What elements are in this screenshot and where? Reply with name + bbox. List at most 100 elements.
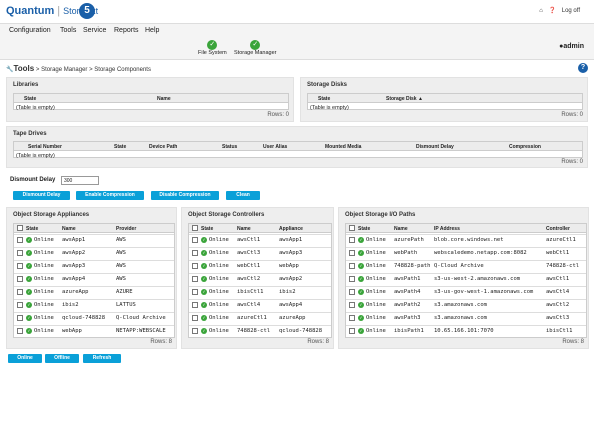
dismount-delay-input[interactable]: 300	[61, 176, 99, 185]
menu-service[interactable]: Service	[83, 27, 106, 34]
row-checkbox[interactable]	[349, 237, 355, 243]
col-state[interactable]: State	[201, 226, 213, 232]
row-checkbox[interactable]	[349, 276, 355, 282]
col-user-alias[interactable]: User Alias	[263, 144, 287, 150]
table-row[interactable]: ✓ Online awsApp2 AWS	[14, 247, 174, 258]
row-checkbox[interactable]	[17, 250, 23, 256]
col-name[interactable]: Name	[157, 96, 171, 102]
table-row[interactable]: ✓ Online ibisPath1 10.65.166.101:7070 ibisCt…	[346, 325, 586, 336]
dismount-delay-button[interactable]: Dismount Delay	[13, 191, 70, 200]
cell-name: awsCtl1	[237, 237, 261, 243]
row-checkbox[interactable]	[349, 315, 355, 321]
table-row[interactable]: ✓ Online 748828-path Q-Cloud Archive 748828-…	[346, 260, 586, 271]
row-checkbox[interactable]	[17, 302, 23, 308]
col-controller[interactable]: Controller	[546, 226, 570, 232]
table-row[interactable]: ✓ Online awsCtl3 awsApp3	[189, 247, 331, 258]
menu-help[interactable]: Help	[145, 27, 159, 34]
help-icon[interactable]: ❓	[549, 8, 556, 14]
disable-compression-button[interactable]: Disable Compression	[151, 191, 219, 200]
menu-tools[interactable]: Tools	[60, 27, 76, 34]
online-status-icon: ✓	[358, 289, 364, 295]
row-checkbox[interactable]	[17, 263, 23, 269]
row-checkbox[interactable]	[349, 263, 355, 269]
sm-status[interactable]: ✓ Storage Manager	[234, 40, 277, 56]
col-compression[interactable]: Compression	[509, 144, 541, 150]
table-row[interactable]: ✓ Online awsCtl1 awsApp1	[189, 234, 331, 245]
refresh-button[interactable]: Refresh	[83, 354, 121, 363]
table-row[interactable]: ✓ Online awsApp1 AWS	[14, 234, 174, 245]
help-icon[interactable]: ?	[578, 63, 588, 73]
table-row[interactable]: ✓ Online webCtl1 webApp	[189, 260, 331, 271]
fs-status[interactable]: ✓ File System	[198, 40, 227, 56]
table-row[interactable]: ✓ Online qcloud-748828 Q-Cloud Archive	[14, 312, 174, 323]
row-checkbox[interactable]	[17, 289, 23, 295]
menu-configuration[interactable]: Configuration	[9, 27, 51, 34]
tape-drives-panel: Tape Drives Serial Number State Device P…	[6, 126, 588, 168]
col-name[interactable]: Name	[394, 226, 408, 232]
col-device-path[interactable]: Device Path	[149, 144, 177, 150]
menu-reports[interactable]: Reports	[114, 27, 139, 34]
col-dismount-delay[interactable]: Dismount Delay	[416, 144, 454, 150]
col-state[interactable]: State	[114, 144, 126, 150]
col-state[interactable]: State	[358, 226, 370, 232]
select-all-checkbox[interactable]	[192, 225, 198, 231]
table-row[interactable]: ✓ Online awsPath2 s3.amazonaws.com awsCtl2	[346, 299, 586, 310]
offline-button[interactable]: Offline	[45, 354, 79, 363]
row-checkbox[interactable]	[17, 237, 23, 243]
row-checkbox[interactable]	[192, 263, 198, 269]
table-row[interactable]: ✓ Online ibis2 LATTUS	[14, 299, 174, 310]
col-ip-address[interactable]: IP Address	[434, 226, 460, 232]
row-count: Rows: 0	[561, 159, 583, 165]
col-status[interactable]: Status	[222, 144, 237, 150]
row-checkbox[interactable]	[17, 328, 23, 334]
admin-user[interactable]: ●admin	[559, 43, 584, 50]
row-checkbox[interactable]	[349, 328, 355, 334]
row-checkbox[interactable]	[192, 237, 198, 243]
table-row[interactable]: ✓ Online awsApp4 AWS	[14, 273, 174, 284]
row-checkbox[interactable]	[349, 302, 355, 308]
home-icon[interactable]: ⌂	[539, 8, 543, 14]
select-all-checkbox[interactable]	[17, 225, 23, 231]
col-name[interactable]: Name	[237, 226, 251, 232]
table-row[interactable]: ✓ Online azureCtl1 azureApp	[189, 312, 331, 323]
col-state[interactable]: State	[24, 96, 36, 102]
row-checkbox[interactable]	[192, 302, 198, 308]
online-button[interactable]: Online	[8, 354, 42, 363]
logoff-link[interactable]: Log off	[562, 8, 580, 14]
enable-compression-button[interactable]: Enable Compression	[76, 191, 144, 200]
row-checkbox[interactable]	[192, 250, 198, 256]
col-state[interactable]: State	[318, 96, 330, 102]
cell-name: awsCtl4	[237, 302, 261, 308]
row-checkbox[interactable]	[192, 289, 198, 295]
row-checkbox[interactable]	[192, 315, 198, 321]
clean-button[interactable]: Clean	[226, 191, 260, 200]
table-row[interactable]: ✓ Online 748828-ctl qcloud-748828	[189, 325, 331, 336]
row-checkbox[interactable]	[349, 289, 355, 295]
table-row[interactable]: ✓ Online awsPath1 s3-us-west-2.amazonaws.co…	[346, 273, 586, 284]
table-row[interactable]: ✓ Online webApp NETAPP:WEBSCALE	[14, 325, 174, 336]
col-provider[interactable]: Provider	[116, 226, 136, 232]
table-row[interactable]: ✓ Online awsCtl4 awsApp4	[189, 299, 331, 310]
empty-message: (Table is empty)	[310, 105, 349, 111]
table-row[interactable]: ✓ Online awsApp3 AWS	[14, 260, 174, 271]
col-name[interactable]: Name	[62, 226, 76, 232]
table-row[interactable]: ✓ Online awsCtl2 awsApp2	[189, 273, 331, 284]
cell-provider: AWS	[116, 276, 126, 282]
table-row[interactable]: ✓ Online azureApp AZURE	[14, 286, 174, 297]
select-all-checkbox[interactable]	[349, 225, 355, 231]
row-checkbox[interactable]	[349, 250, 355, 256]
table-row[interactable]: ✓ Online awsPath4 s3-us-gov-west-1.amazonaw…	[346, 286, 586, 297]
row-checkbox[interactable]	[192, 276, 198, 282]
col-storage-disk[interactable]: Storage Disk ▲	[386, 96, 423, 102]
row-checkbox[interactable]	[17, 315, 23, 321]
row-checkbox[interactable]	[192, 328, 198, 334]
col-serial[interactable]: Serial Number	[28, 144, 62, 150]
table-row[interactable]: ✓ Online azurePath blob.core.windows.net azu…	[346, 234, 586, 245]
col-appliance[interactable]: Appliance	[279, 226, 303, 232]
table-row[interactable]: ✓ Online webPath webscaledemo.netapp.com:80…	[346, 247, 586, 258]
col-mounted-media[interactable]: Mounted Media	[325, 144, 361, 150]
table-row[interactable]: ✓ Online awsPath3 s3.amazonaws.com awsCtl3	[346, 312, 586, 323]
table-row[interactable]: ✓ Online ibisCtl1 ibis2	[189, 286, 331, 297]
row-checkbox[interactable]	[17, 276, 23, 282]
col-state[interactable]: State	[26, 226, 38, 232]
